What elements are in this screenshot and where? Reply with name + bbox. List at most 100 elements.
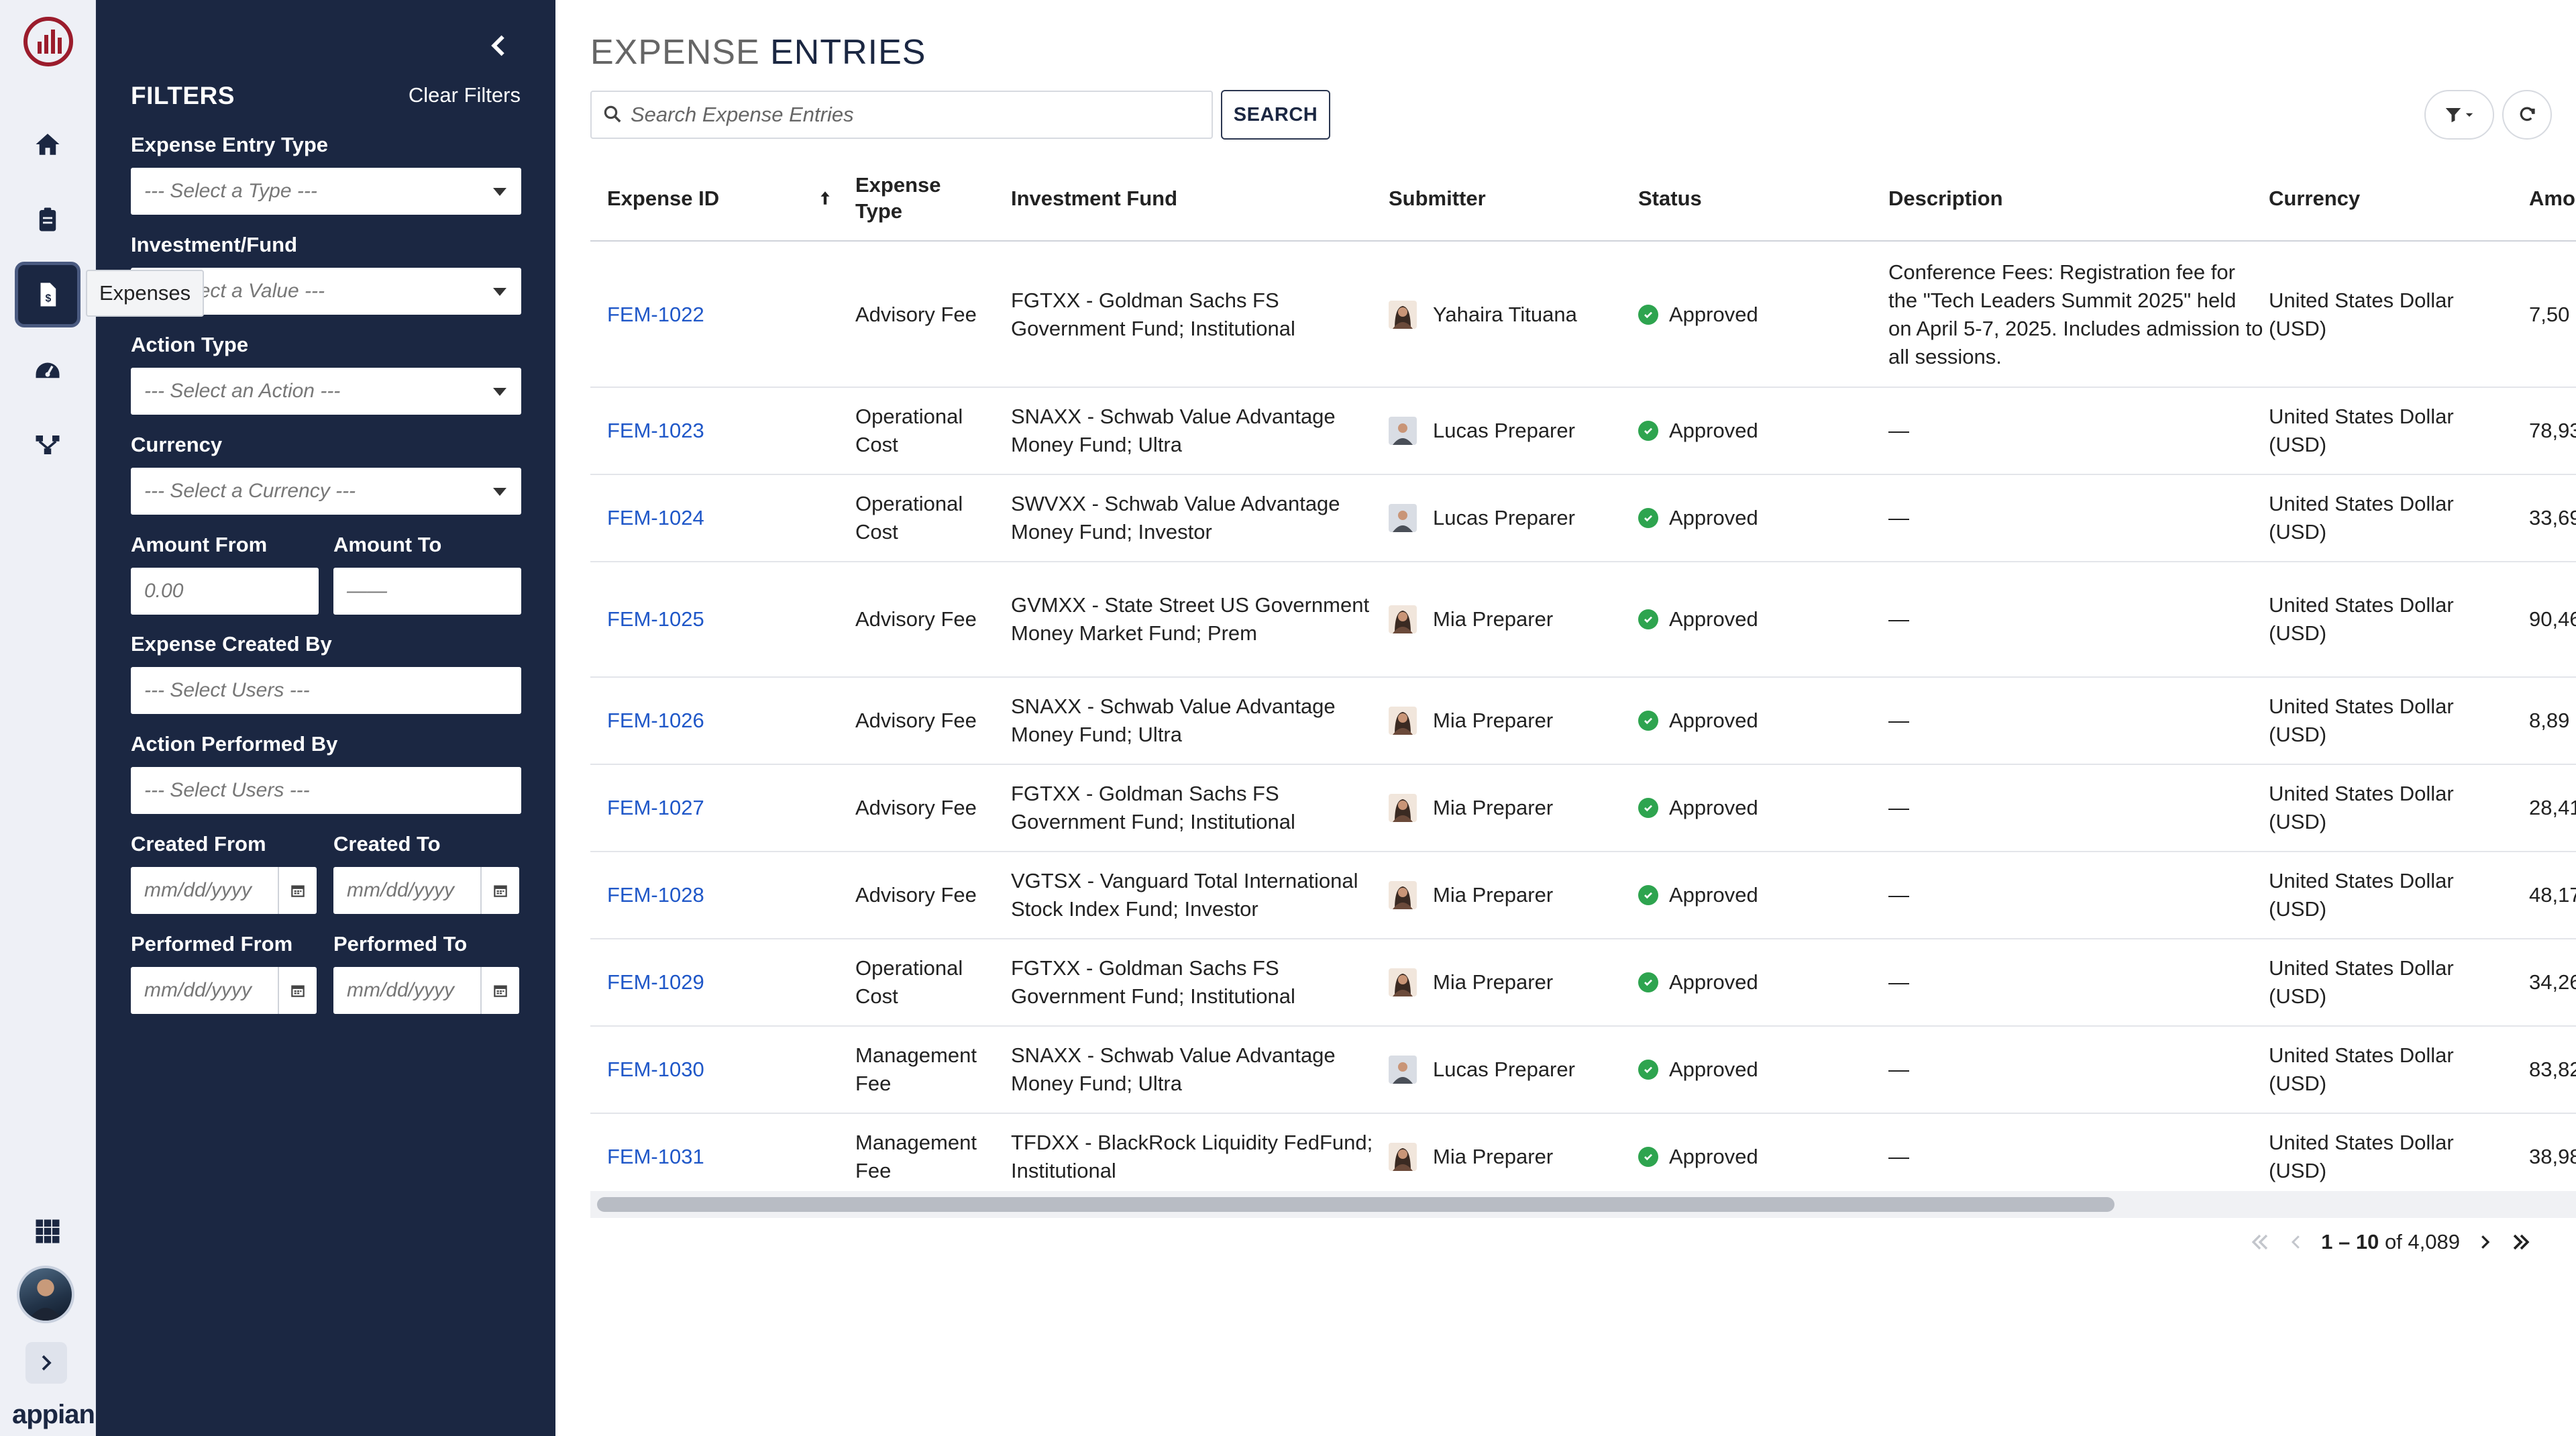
column-header-currency[interactable]: Currency: [2269, 154, 2510, 242]
next-page-icon[interactable]: [2475, 1232, 2495, 1252]
calendar-icon[interactable]: [278, 867, 317, 914]
expense-id-link[interactable]: FEM-1030: [607, 1027, 808, 1113]
last-page-icon[interactable]: [2510, 1231, 2532, 1253]
description-cell: —: [1888, 765, 2264, 851]
amount-from-input[interactable]: 0.00: [131, 568, 319, 615]
table-row[interactable]: FEM-1025 Advisory Fee GVMXX - State Street…: [590, 562, 2576, 678]
expense-type-cell: Advisory Fee: [855, 243, 996, 387]
table-row[interactable]: FEM-1024 Operational Cost SWVXX - Schwab V…: [590, 475, 2576, 562]
search-input[interactable]: Search Expense Entries: [590, 91, 1213, 139]
expense-type-cell: Operational Cost: [855, 475, 996, 561]
expense-id-link-text[interactable]: FEM-1027: [607, 794, 704, 822]
clear-filters-link[interactable]: Clear Filters: [409, 83, 521, 107]
column-header-investment-fund[interactable]: Investment Fund: [1011, 154, 1373, 242]
amount-cell-text: 33,69: [2529, 506, 2576, 529]
expense-id-link[interactable]: FEM-1027: [607, 765, 808, 851]
nav-expenses[interactable]: $: [15, 262, 80, 327]
currency-cell-text: United States Dollar (USD): [2269, 593, 2454, 645]
investment-fund-cell-text: TFDXX - BlackRock Liquidity FedFund; Ins…: [1011, 1131, 1373, 1182]
apps-grid-button[interactable]: [15, 1198, 80, 1264]
filters-heading: FILTERS: [131, 82, 235, 109]
status-cell: Approved: [1638, 388, 1880, 474]
investment-fund-cell: TFDXX - BlackRock Liquidity FedFund; Ins…: [1011, 1114, 1387, 1191]
calendar-icon[interactable]: [480, 867, 519, 914]
created-to-date[interactable]: mm/dd/yyyy: [333, 867, 519, 914]
refresh-button[interactable]: [2502, 90, 2552, 140]
table-row[interactable]: FEM-1027 Advisory Fee FGTXX - Goldman Sach…: [590, 765, 2576, 852]
column-header-expense-type[interactable]: Expense Type: [855, 154, 983, 242]
expense-id-link-text[interactable]: FEM-1028: [607, 881, 704, 909]
filter-funnel-icon: [2445, 108, 2461, 123]
status-cell-text: Approved: [1669, 970, 1758, 994]
action-type-select[interactable]: --- Select an Action ---: [131, 368, 521, 415]
expense-id-link-text[interactable]: FEM-1024: [607, 504, 704, 532]
horizontal-scrollbar[interactable]: [590, 1191, 2576, 1218]
previous-page-icon[interactable]: [2286, 1232, 2306, 1252]
expense-entry-type-select[interactable]: --- Select a Type ---: [131, 168, 521, 215]
status-cell-text: Approved: [1669, 303, 1758, 326]
submitter-cell-text: Lucas Preparer: [1433, 506, 1575, 529]
column-header-amount[interactable]: Amount: [2529, 154, 2576, 242]
expense-id-link[interactable]: FEM-1029: [607, 939, 808, 1025]
created-from-date[interactable]: mm/dd/yyyy: [131, 867, 317, 914]
horizontal-scrollbar-thumb[interactable]: [597, 1197, 2114, 1212]
expense-id-link-text[interactable]: FEM-1031: [607, 1143, 704, 1171]
performed-from-date[interactable]: mm/dd/yyyy: [131, 967, 317, 1014]
expense-id-link-text[interactable]: FEM-1022: [607, 301, 704, 329]
column-header-submitter[interactable]: Submitter: [1389, 154, 1630, 242]
action-performed-by-picker[interactable]: --- Select Users ---: [131, 767, 521, 814]
submitter-avatar: [1389, 417, 1417, 445]
submitter-avatar: [1389, 605, 1417, 633]
filter-menu-button[interactable]: [2424, 90, 2494, 140]
nav-tasks[interactable]: [15, 187, 80, 252]
expense-id-link-text[interactable]: FEM-1030: [607, 1056, 704, 1084]
app-logo-icon[interactable]: [21, 15, 75, 68]
table-row[interactable]: FEM-1022 Advisory Fee FGTXX - Goldman Sach…: [590, 243, 2576, 388]
currency-select[interactable]: --- Select a Currency ---: [131, 468, 521, 515]
table-row[interactable]: FEM-1030 Management Fee SNAXX - Schwab Val…: [590, 1027, 2576, 1114]
amount-to-input[interactable]: ——: [333, 568, 521, 615]
currency-cell: United States Dollar (USD): [2269, 243, 2517, 387]
expense-id-link-text[interactable]: FEM-1023: [607, 417, 704, 445]
expense-type-cell: Operational Cost: [855, 388, 996, 474]
calendar-icon[interactable]: [480, 967, 519, 1014]
column-header-investment-fund-label: Investment Fund: [1011, 186, 1178, 210]
collapse-filters-button[interactable]: [485, 30, 512, 62]
description-cell-text: —: [1888, 607, 1909, 631]
expense-id-link[interactable]: FEM-1023: [607, 388, 808, 474]
search-button[interactable]: SEARCH: [1221, 90, 1330, 140]
performed-to-date[interactable]: mm/dd/yyyy: [333, 967, 519, 1014]
submitter-cell: Mia Preparer: [1389, 765, 1630, 851]
expense-id-link[interactable]: FEM-1025: [607, 562, 808, 676]
nav-dashboard[interactable]: [15, 337, 80, 403]
expense-id-link-text[interactable]: FEM-1025: [607, 605, 704, 633]
expense-id-link[interactable]: FEM-1024: [607, 475, 808, 561]
status-cell: Approved: [1638, 1114, 1880, 1191]
expense-id-link[interactable]: FEM-1022: [607, 243, 808, 387]
column-header-description[interactable]: Description: [1888, 154, 2251, 242]
table-row[interactable]: FEM-1028 Advisory Fee VGTSX - Vanguard Tot…: [590, 852, 2576, 939]
grid-header-row: Expense ID Expense Type Investment Fund …: [590, 154, 2576, 242]
user-avatar[interactable]: [17, 1266, 74, 1323]
column-header-expense-id[interactable]: Expense ID: [607, 154, 808, 242]
nav-workflow[interactable]: [15, 412, 80, 478]
sort-ascending-icon[interactable]: [816, 154, 843, 242]
table-row[interactable]: FEM-1026 Advisory Fee SNAXX - Schwab Value…: [590, 678, 2576, 765]
expense-id-link-text[interactable]: FEM-1029: [607, 968, 704, 996]
table-row[interactable]: FEM-1031 Management Fee TFDXX - BlackRock …: [590, 1114, 2576, 1191]
expand-rail-button[interactable]: [25, 1342, 67, 1384]
description-cell: Conference Fees: Registration fee for th…: [1888, 243, 2264, 387]
calendar-icon[interactable]: [278, 967, 317, 1014]
table-row[interactable]: FEM-1029 Operational Cost FGTXX - Goldman …: [590, 939, 2576, 1027]
column-header-status[interactable]: Status: [1638, 154, 1880, 242]
table-row[interactable]: FEM-1023 Operational Cost SNAXX - Schwab V…: [590, 388, 2576, 475]
expense-type-cell: Advisory Fee: [855, 562, 996, 676]
expense-id-link[interactable]: FEM-1031: [607, 1114, 808, 1191]
expense-id-link[interactable]: FEM-1026: [607, 678, 808, 764]
first-page-icon[interactable]: [2249, 1231, 2271, 1253]
expense-created-by-picker[interactable]: --- Select Users ---: [131, 667, 521, 714]
expense-id-link[interactable]: FEM-1028: [607, 852, 808, 938]
amount-cell-text: 48,17: [2529, 883, 2576, 907]
expense-id-link-text[interactable]: FEM-1026: [607, 707, 704, 735]
nav-home[interactable]: [15, 111, 80, 177]
